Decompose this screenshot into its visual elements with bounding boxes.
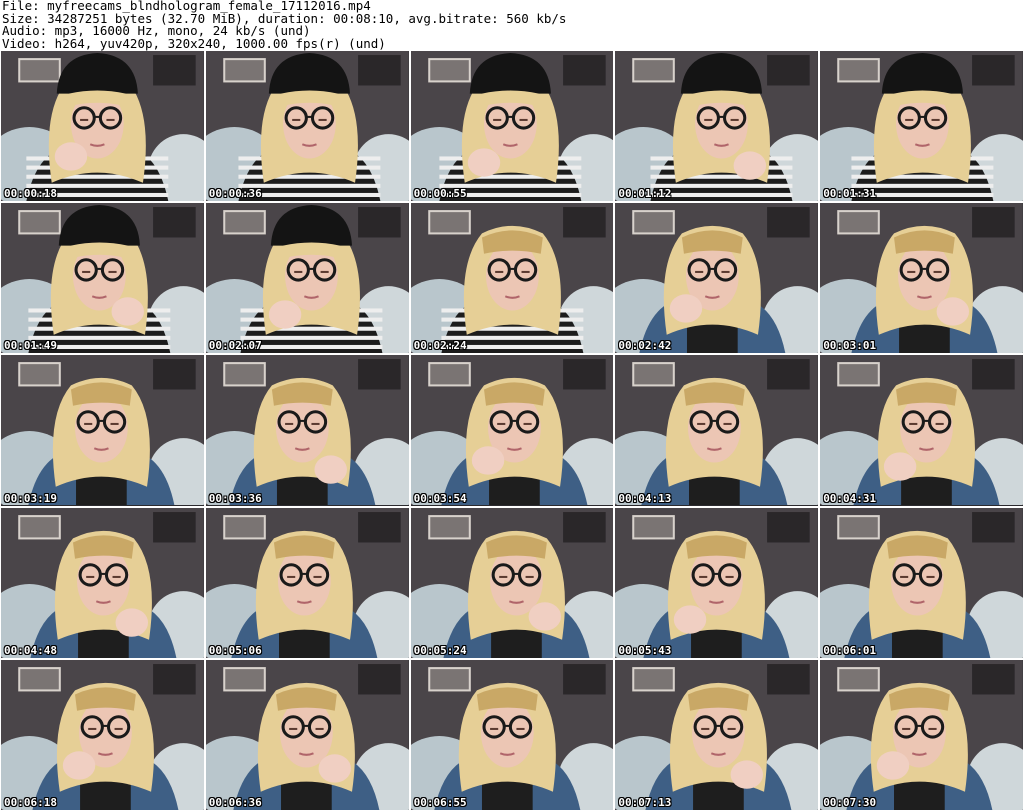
webcam-frame	[1, 355, 204, 506]
video-thumbnail: 00:04:13	[615, 355, 819, 506]
thumbnail-timestamp: 00:05:06	[208, 643, 262, 657]
thumbnail-timestamp: 00:02:07	[208, 339, 262, 353]
video-thumbnail: 00:07:13	[615, 659, 819, 810]
video-thumbnail: 00:05:06	[205, 507, 409, 658]
webcam-frame	[205, 203, 409, 354]
thumbnail-timestamp: 00:06:18	[4, 795, 57, 809]
webcam-frame	[820, 51, 1023, 202]
video-thumbnail: 00:01:49	[1, 203, 204, 354]
webcam-frame	[205, 507, 409, 658]
webcam-frame	[1, 51, 204, 202]
thumbnail-timestamp: 00:01:49	[4, 339, 57, 353]
video-thumbnail: 00:06:36	[205, 659, 409, 810]
thumbnail-timestamp: 00:06:36	[208, 795, 262, 809]
file-info-header: File: myfreecams_blndhologram_female_171…	[2, 0, 1022, 50]
video-thumbnail: 00:05:24	[410, 507, 614, 658]
video-thumbnail: 00:01:12	[615, 51, 819, 202]
video-thumbnail: 00:00:36	[205, 51, 409, 202]
video-thumbnail: 00:07:30	[820, 659, 1023, 810]
thumbnail-timestamp: 00:03:19	[4, 491, 57, 505]
webcam-frame	[615, 507, 819, 658]
thumbnail-timestamp: 00:03:54	[413, 491, 467, 505]
webcam-frame	[1, 507, 204, 658]
video-thumbnail: 00:00:55	[410, 51, 614, 202]
thumbnail-timestamp: 00:05:24	[413, 643, 467, 657]
video-thumbnail: 00:03:01	[820, 203, 1023, 354]
video-thumbnail: 00:04:48	[1, 507, 204, 658]
webcam-frame	[205, 355, 409, 506]
webcam-frame	[410, 355, 614, 506]
video-info-line: Video: h264, yuv420p, 320x240, 1000.00 f…	[2, 35, 386, 51]
webcam-frame	[410, 203, 614, 354]
video-thumbnail: 00:03:19	[1, 355, 204, 506]
webcam-frame	[205, 51, 409, 202]
thumbnail-timestamp: 00:01:31	[823, 187, 877, 201]
thumbnail-timestamp: 00:07:13	[618, 795, 672, 809]
thumbnail-timestamp: 00:06:01	[823, 643, 877, 657]
webcam-frame	[1, 659, 204, 810]
webcam-frame	[615, 659, 819, 810]
webcam-frame	[820, 507, 1023, 658]
thumbnail-timestamp: 00:02:42	[618, 339, 672, 353]
webcam-frame	[410, 507, 614, 658]
thumbnail-timestamp: 00:00:36	[208, 187, 262, 201]
thumbnail-timestamp: 00:01:12	[618, 187, 672, 201]
thumbnail-timestamp: 00:00:18	[4, 187, 57, 201]
video-thumbnail: 00:03:36	[205, 355, 409, 506]
video-thumbnail: 00:06:55	[410, 659, 614, 810]
thumbnail-timestamp: 00:07:30	[823, 795, 877, 809]
thumbnail-timestamp: 00:00:55	[413, 187, 467, 201]
video-thumbnail: 00:05:43	[615, 507, 819, 658]
thumbnail-timestamp: 00:02:24	[413, 339, 467, 353]
webcam-frame	[820, 659, 1023, 810]
video-thumbnail: 00:02:42	[615, 203, 819, 354]
webcam-frame	[615, 51, 819, 202]
webcam-frame	[820, 355, 1023, 506]
thumbnail-timestamp: 00:03:36	[208, 491, 262, 505]
webcam-frame	[1, 203, 204, 354]
thumbnail-timestamp: 00:03:01	[823, 339, 877, 353]
video-thumbnail: 00:02:07	[205, 203, 409, 354]
thumbnail-timestamp: 00:04:48	[4, 643, 57, 657]
thumbnail-timestamp: 00:06:55	[413, 795, 467, 809]
video-thumbnail: 00:02:24	[410, 203, 614, 354]
video-thumbnail: 00:06:18	[1, 659, 204, 810]
webcam-frame	[820, 203, 1023, 354]
thumbnail-grid: 00:00:18 00:00:36 00:00:55 00:01:12 00:01:31…	[0, 50, 1024, 811]
webcam-frame	[615, 203, 819, 354]
video-thumbnail: 00:00:18	[1, 51, 204, 202]
thumbnail-timestamp: 00:04:31	[823, 491, 877, 505]
webcam-frame	[410, 659, 614, 810]
thumbnail-timestamp: 00:04:13	[618, 491, 672, 505]
video-thumbnail: 00:04:31	[820, 355, 1023, 506]
webcam-frame	[410, 51, 614, 202]
webcam-frame	[205, 659, 409, 810]
video-thumbnail: 00:03:54	[410, 355, 614, 506]
thumbnail-timestamp: 00:05:43	[618, 643, 672, 657]
video-thumbnail: 00:06:01	[820, 507, 1023, 658]
video-thumbnail: 00:01:31	[820, 51, 1023, 202]
webcam-frame	[615, 355, 819, 506]
